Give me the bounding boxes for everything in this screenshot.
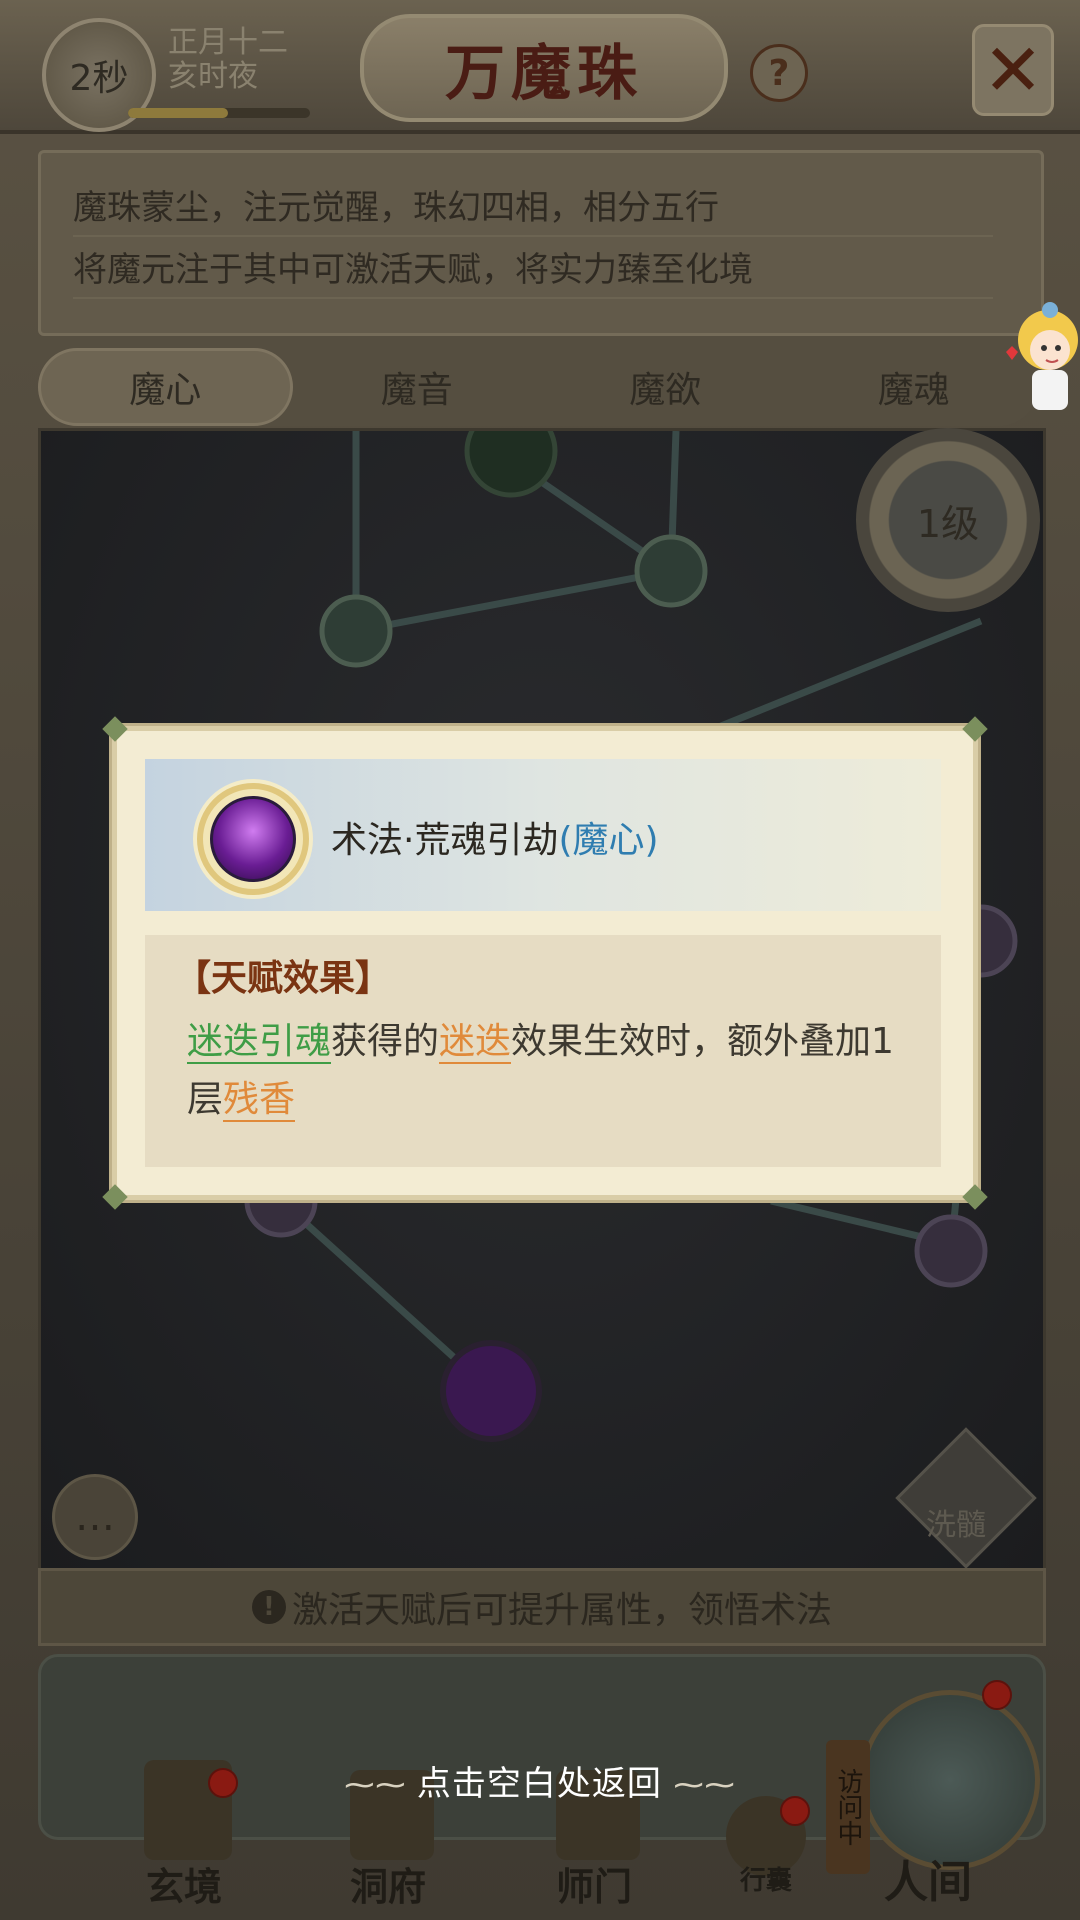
talent-node-top[interactable] bbox=[464, 431, 558, 498]
skill-name: 术法·荒魂引劫 bbox=[331, 820, 559, 861]
skill-category-tag: (魔心) bbox=[558, 820, 659, 861]
tab-moyin[interactable]: 魔音 bbox=[293, 348, 542, 426]
question-icon: ? bbox=[768, 52, 790, 94]
help-button[interactable]: ? bbox=[750, 44, 808, 102]
date-line-2: 亥时夜 bbox=[168, 59, 258, 94]
talent-detail-popup: 术法·荒魂引劫(魔心) 【天赋效果】 迷迭引魂获得的迷迭效果生效时，额外叠加1层… bbox=[102, 716, 988, 1210]
wash-label: 洗髓 bbox=[926, 1508, 986, 1543]
chat-button[interactable]: … bbox=[52, 1474, 138, 1560]
notification-dot bbox=[982, 1680, 1012, 1710]
effect-description: 迷迭引魂获得的迷迭效果生效时，额外叠加1层残香 bbox=[187, 1013, 907, 1129]
page-title: 万魔珠 bbox=[445, 38, 643, 109]
skill-icon-frame bbox=[197, 783, 309, 895]
category-tabs: 魔心 魔音 魔欲 魔魂 bbox=[38, 348, 1038, 426]
effect-text-segment: 获得的 bbox=[331, 1021, 440, 1062]
description-line-2: 将魔元注于其中可激活天赋，将实力臻至化境 bbox=[73, 243, 993, 299]
tab-moyu[interactable]: 魔欲 bbox=[541, 348, 790, 426]
level-badge: 1级 bbox=[856, 428, 1040, 612]
tab-moxin[interactable]: 魔心 bbox=[38, 348, 293, 426]
effect-heading: 【天赋效果】 bbox=[175, 957, 392, 999]
game-date: 正月十二 亥时夜 bbox=[168, 26, 288, 94]
nav-xuanjing[interactable]: 玄境 bbox=[146, 1856, 222, 1911]
chat-bubble-icon: … bbox=[75, 1494, 115, 1540]
game-screen: 2秒 正月十二 亥时夜 万魔珠 ? ✕ 魔珠蒙尘，注元觉醒，珠幻四相，相分五行 … bbox=[0, 0, 1080, 1920]
nav-dongfu[interactable]: 洞府 bbox=[350, 1856, 426, 1911]
keyword-link[interactable]: 迷迭 bbox=[439, 1021, 512, 1064]
close-icon: ✕ bbox=[982, 28, 1044, 112]
hint-bar: ! 激活天赋后可提升属性，领悟术法 bbox=[38, 1568, 1046, 1646]
talent-link bbox=[355, 567, 672, 635]
close-button[interactable]: ✕ bbox=[972, 24, 1054, 116]
nav-xingnang[interactable]: 行囊 bbox=[740, 1860, 792, 1897]
mascot-avatar-icon[interactable] bbox=[1000, 300, 1080, 420]
description-panel: 魔珠蒙尘，注元觉醒，珠幻四相，相分五行 将魔元注于其中可激活天赋，将实力臻至化境 bbox=[38, 150, 1044, 336]
keyword-link[interactable]: 迷迭引魂 bbox=[187, 1021, 332, 1064]
return-hint[interactable]: ⁓⁓ 点击空白处返回 ⁓⁓ bbox=[0, 1756, 1080, 1805]
sorcery-skill-icon bbox=[210, 796, 296, 882]
nav-renjian[interactable]: 人间 bbox=[884, 1846, 972, 1910]
description-line-1: 魔珠蒙尘，注元觉醒，珠幻四相，相分五行 bbox=[73, 181, 993, 237]
timer-text: 2秒 bbox=[69, 58, 129, 99]
effect-panel: 【天赋效果】 迷迭引魂获得的迷迭效果生效时，额外叠加1层残香 bbox=[145, 935, 941, 1167]
right-swirl-icon: ⁓⁓ bbox=[673, 1768, 736, 1803]
timer-progress-fill bbox=[128, 108, 229, 118]
talent-node-core[interactable] bbox=[440, 1340, 542, 1442]
timer-progress-bar bbox=[128, 108, 310, 118]
talent-node-eye[interactable] bbox=[319, 594, 393, 668]
talent-node-right-eye[interactable] bbox=[914, 1214, 988, 1288]
skill-title: 术法·荒魂引劫(魔心) bbox=[331, 811, 659, 863]
left-swirl-icon: ⁓⁓ bbox=[344, 1768, 417, 1803]
title-plaque: 万魔珠 bbox=[360, 14, 728, 122]
exclamation-icon: ! bbox=[251, 1590, 286, 1624]
header-bar: 2秒 正月十二 亥时夜 万魔珠 ? ✕ bbox=[0, 0, 1080, 134]
level-text: 1级 bbox=[916, 501, 980, 546]
talent-node-shield[interactable] bbox=[634, 534, 708, 608]
return-hint-text: 点击空白处返回 bbox=[416, 1764, 662, 1804]
hint-text: 激活天赋后可提升属性，领悟术法 bbox=[291, 1590, 832, 1631]
talent-link bbox=[719, 617, 983, 730]
nav-shimen[interactable]: 师门 bbox=[556, 1856, 632, 1911]
skill-header: 术法·荒魂引劫(魔心) bbox=[145, 759, 941, 911]
keyword-link[interactable]: 残香 bbox=[223, 1079, 296, 1122]
date-line-1: 正月十二 bbox=[168, 25, 288, 60]
